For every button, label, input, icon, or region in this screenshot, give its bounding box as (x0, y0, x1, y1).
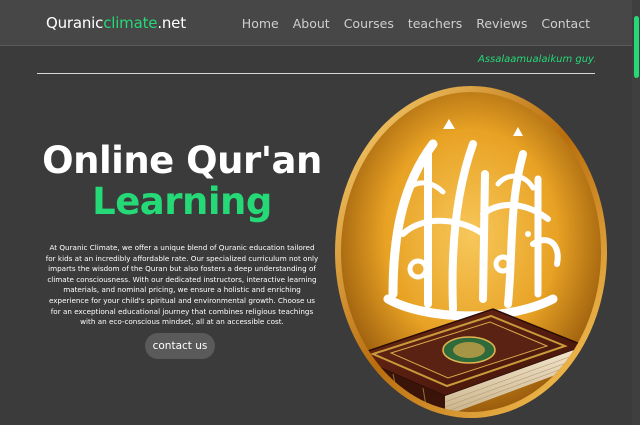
main-nav: Home About Courses teachers Reviews Cont… (242, 16, 590, 31)
contact-us-button[interactable]: contact us (145, 333, 215, 359)
hero-title: Online Qur'an Learning (28, 140, 336, 222)
logo-text-net: .net (157, 14, 186, 32)
announcement-marquee: Assalaamualaikum guys it's m (37, 48, 595, 74)
page: Quranicclimate.net Home About Courses te… (0, 0, 640, 425)
nav-contact[interactable]: Contact (541, 16, 590, 31)
scrollbar-thumb[interactable] (634, 16, 639, 78)
nav-home[interactable]: Home (242, 16, 279, 31)
nav-about[interactable]: About (293, 16, 330, 31)
nav-courses[interactable]: Courses (344, 16, 394, 31)
hero-description: At Quranic Climate, we offer a unique bl… (45, 243, 319, 327)
hero-title-line1: Online Qur'an (42, 139, 322, 182)
logo-text-quranic: Quranic (46, 14, 104, 32)
marquee-text: Assalaamualaikum guys it's m (478, 54, 595, 65)
quran-emblem-image (335, 86, 607, 418)
site-logo[interactable]: Quranicclimate.net (46, 14, 186, 32)
hero-title-line2: Learning (92, 180, 272, 223)
nav-reviews[interactable]: Reviews (476, 16, 527, 31)
nav-teachers[interactable]: teachers (408, 16, 462, 31)
scrollbar-track[interactable] (632, 0, 640, 425)
header: Quranicclimate.net Home About Courses te… (0, 0, 640, 46)
logo-text-climate: climate (103, 14, 158, 32)
